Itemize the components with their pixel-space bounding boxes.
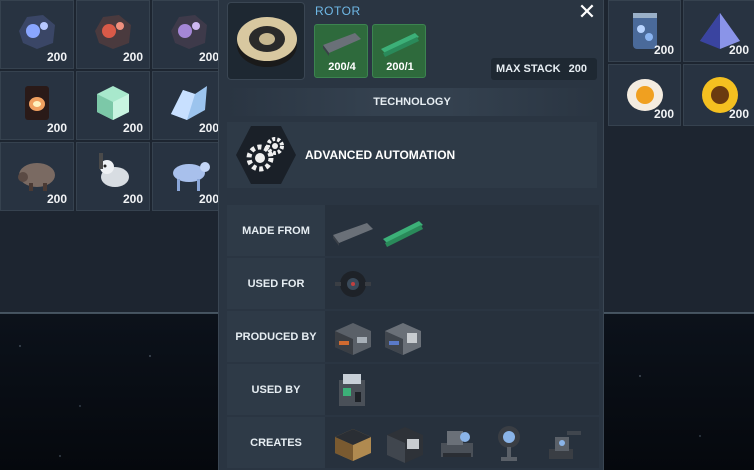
technology-name: ADVANCED AUTOMATION [305,148,456,162]
slot-quantity: 200 [728,43,749,57]
turret-icon[interactable] [539,423,583,463]
iron-plate-icon[interactable] [331,211,375,251]
gears-icon [236,126,296,184]
rotor-icon [227,2,305,80]
slot-quantity: 200 [46,50,67,64]
max-stack-box: MAX STACK 200 [491,58,597,80]
beacon-icon[interactable] [487,423,531,463]
copper-rods-icon [381,33,419,57]
inventory-right-grid: 200 200 200 200 [608,0,754,126]
inventory-slot[interactable]: 200 [76,71,150,140]
crusher-icon[interactable] [383,423,427,463]
technology-header: TECHNOLOGY [227,88,597,116]
inventory-slot[interactable]: 200 [152,142,226,211]
row-label: PRODUCED BY [227,311,325,362]
ingredient-slot[interactable]: 200/1 [372,24,426,78]
inventory-slot[interactable]: 200 [683,64,754,126]
inventory-slot[interactable]: 200 [152,0,226,69]
inventory-slot[interactable]: 200 [0,0,74,69]
inventory-slot[interactable]: 200 [76,142,150,211]
creates-row: CREATES [227,417,599,468]
technology-entry[interactable]: ADVANCED AUTOMATION [227,122,597,188]
lemur-creature-icon [99,153,129,187]
slot-quantity: 200 [122,50,143,64]
inventory-slot[interactable]: 200 [608,0,681,62]
crate-icon[interactable] [331,423,375,463]
inventory-slot[interactable]: 200 [0,142,74,211]
max-stack-value: 200 [568,63,587,75]
slot-quantity: 200 [122,121,143,135]
slot-quantity: 200 [653,43,674,57]
slot-quantity: 200 [198,121,219,135]
slot-quantity: 200 [46,192,67,206]
copper-rods-icon[interactable] [381,211,425,251]
close-icon[interactable]: ✕ [575,0,599,24]
slot-quantity: 200 [198,50,219,64]
used-for-row: USED FOR [227,258,599,309]
pangolin-creature-icon [18,163,55,191]
max-stack-label: MAX STACK [496,63,561,75]
item-detail-panel: ROTOR ✕ 200/4 200/1 MAX STACK 200 TECHNO… [218,0,604,470]
row-label: CREATES [227,417,325,468]
inventory-slot[interactable]: 200 [76,0,150,69]
glowing-pot-icon [25,86,49,120]
meteorite-red-icon [95,15,131,49]
used-by-row: USED BY [227,364,599,415]
ingredient-amount: 200/1 [386,61,414,73]
ice-cluster-icon [171,86,207,120]
slot-quantity: 200 [198,192,219,206]
iron-plate-icon [323,33,361,56]
slot-quantity: 200 [122,192,143,206]
row-label: MADE FROM [227,205,325,256]
mint-crate-icon [97,86,129,120]
ingredient-slot[interactable]: 200/4 [314,24,368,78]
inventory-slot[interactable]: 200 [608,64,681,126]
slot-quantity: 200 [728,107,749,121]
factory-machine-icon[interactable] [331,370,375,410]
drone-icon[interactable] [331,264,375,304]
ingredient-amount: 200/4 [328,61,356,73]
meteorite-blue-icon [19,15,55,49]
slot-quantity: 200 [46,121,67,135]
inventory-slot[interactable]: 200 [0,71,74,140]
row-label: USED FOR [227,258,325,309]
item-name: ROTOR [315,4,361,18]
inventory-slot[interactable]: 200 [152,71,226,140]
produced-by-row: PRODUCED BY [227,311,599,362]
meteorite-purple-icon [171,15,207,49]
assembler-icon[interactable] [331,317,375,357]
advanced-assembler-icon[interactable] [381,317,425,357]
inventory-slot[interactable]: 200 [683,0,754,62]
made-from-row: MADE FROM [227,205,599,256]
row-label: USED BY [227,364,325,415]
drill-machine-icon[interactable] [435,423,479,463]
inventory-left-grid: 200 200 200 200 200 200 200 200 200 [0,0,226,211]
crystal-cow-icon [173,162,210,191]
slot-quantity: 200 [653,107,674,121]
